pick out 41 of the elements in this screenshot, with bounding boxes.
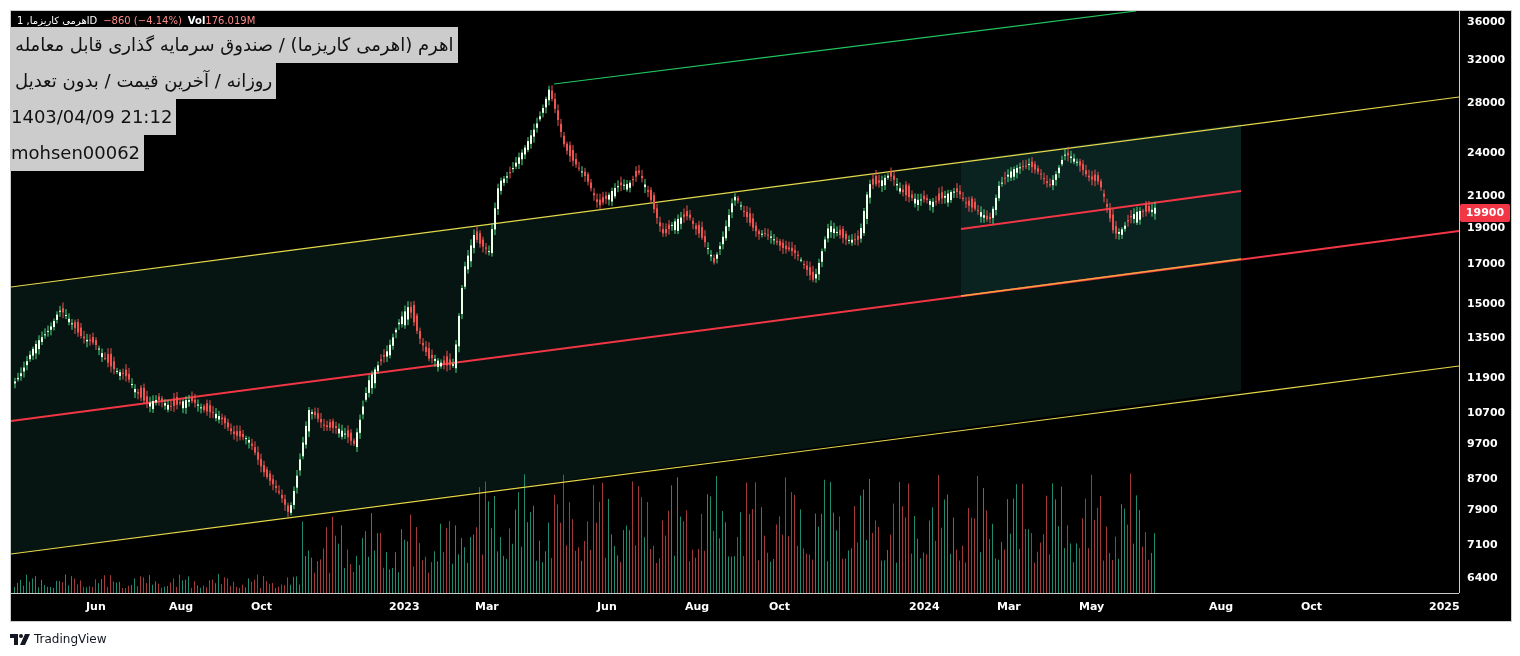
price-tag: 19900 [1460,203,1510,222]
info-text: 1403/04/09 21:12 [11,99,177,135]
date-label: 2024 [909,600,940,613]
date-label: Mar [997,600,1021,613]
price-label: 7900 [1467,502,1498,519]
date-label: Mar [475,600,499,613]
price-label: 21000 [1467,187,1506,204]
price-label: 10700 [1467,404,1506,421]
price-label: 6400 [1467,570,1498,587]
price-label: 11900 [1467,370,1506,387]
date-label: Oct [251,600,273,613]
info-text: روزانه / آخرین قیمت / بدون تعدیل [11,63,277,99]
date-label: Aug [169,600,194,613]
date-label: Oct [1301,600,1323,613]
date-label: Oct [769,600,791,613]
price-label: 8700 [1467,471,1498,488]
price-label: 28000 [1467,94,1506,111]
info-text: mohsen00062 [11,135,145,171]
date-label: May [1079,600,1105,613]
date-label: 2023 [389,600,420,613]
brand-name: TradingView [34,632,107,646]
price-label: 7100 [1467,536,1498,553]
price-label: 32000 [1467,51,1506,68]
price-label: 9700 [1467,436,1498,453]
price-label: 24000 [1467,144,1506,161]
change-value: −860 (−4.14%) [103,15,182,27]
date-label: Aug [1209,600,1234,613]
volume-value: 176.019M [205,15,256,27]
date-label: 2025 [1429,600,1460,613]
info-text: اهرم (اهرمی کاریزما) / صندوق سرمایه گذاری قابل معامله [11,27,458,63]
symbol-label: اهرمی کاریزما, 1D [17,15,98,27]
date-label: Aug [685,600,710,613]
price-label: 36000 [1467,14,1506,30]
price-label: 13500 [1467,329,1506,346]
volume-label: Vol [187,15,206,27]
price-label: 17000 [1467,255,1506,272]
logo-icon [10,633,30,645]
price-label: 15000 [1467,295,1506,312]
date-label: Jun [597,600,617,613]
date-label: Jun [86,600,106,613]
price-label: 19000 [1467,219,1506,236]
